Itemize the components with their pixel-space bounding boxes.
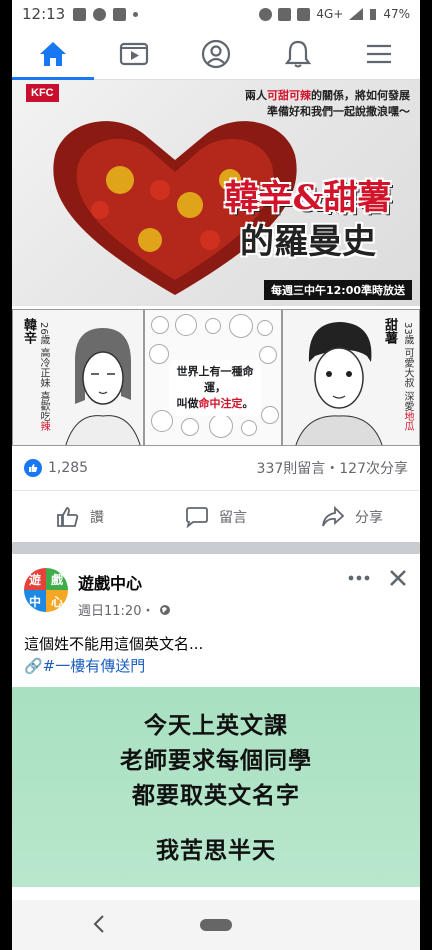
post-meta: 遊戲中心 週日11:20・ <box>78 568 348 619</box>
tab-menu[interactable] <box>338 28 420 79</box>
hamburger-menu-icon <box>367 44 392 63</box>
ad-tagline: 兩人可甜可辣的關係，將如何發展 準備好和我們一起說撒浪嘿～ <box>245 89 410 118</box>
like-count[interactable]: 1,285 <box>48 460 88 476</box>
messenger-icon <box>93 7 107 21</box>
left-character-name: 韓辛 <box>21 318 36 344</box>
post-text: 這個姓不能用這個英文名... <box>24 635 204 653</box>
man-illustration <box>295 322 383 445</box>
tab-watch[interactable] <box>94 28 176 79</box>
like-reaction-icon[interactable] <box>24 459 42 477</box>
mute-icon <box>297 7 311 21</box>
post-hashtag[interactable]: 🔗#一樓有傳送門 <box>24 655 408 677</box>
ad-schedule: 每週三中午12:00準時放送 <box>263 280 412 300</box>
right-character-desc: 33歲 可愛大叔 深愛地瓜 <box>402 322 413 432</box>
status-time: 12:13 <box>22 5 66 23</box>
video-icon <box>120 42 149 65</box>
share-button[interactable]: 分享 <box>284 505 420 528</box>
post-timestamp[interactable]: 週日11:20・ <box>78 600 348 619</box>
notification-icons <box>73 7 139 21</box>
status-bar: 12:13 4G+ 47% <box>12 0 420 28</box>
comic-panel-left: 韓辛 26歲 高冷正妹 喜歡吃辣 <box>12 309 144 446</box>
comment-button[interactable]: 留言 <box>148 506 284 528</box>
kfc-logo: KFC <box>26 84 59 102</box>
comic-strip[interactable]: 韓辛 26歲 高冷正妹 喜歡吃辣 世界上有一種命運， 叫做命中注定。 甜薯 33… <box>12 306 420 446</box>
post-controls <box>348 568 408 588</box>
profile-icon <box>201 39 231 68</box>
globe-icon <box>160 604 171 615</box>
share-icon <box>322 505 345 526</box>
dot-icon <box>133 11 139 17</box>
comic-panel-center: 世界上有一種命運， 叫做命中注定。 <box>144 309 282 446</box>
back-icon[interactable] <box>92 914 106 934</box>
more-options-icon[interactable] <box>348 574 370 582</box>
post-body: 這個姓不能用這個英文名... 🔗#一樓有傳送門 <box>12 619 420 677</box>
tab-home[interactable] <box>12 28 94 80</box>
feed-post: 遊 戲 中 心 遊戲中心 週日11:20・ 這個姓不能用這個英文名... 🔗#一… <box>12 554 420 887</box>
battery-percent: 47% <box>383 7 410 21</box>
page-avatar[interactable]: 遊 戲 中 心 <box>24 568 68 612</box>
tab-profile[interactable] <box>175 28 257 79</box>
post-image-text: 今天上英文課 老師要求每個同學 都要取英文名字 我苦思半天 <box>120 713 312 864</box>
comments-shares-count[interactable]: 337則留言・127次分享 <box>257 458 408 478</box>
post-header: 遊 戲 中 心 遊戲中心 週日11:20・ <box>12 554 420 619</box>
comic-panel-right: 甜薯 33歲 可愛大叔 深愛地瓜 <box>282 309 420 446</box>
ad-banner-image[interactable]: KFC 兩人可甜可辣的關係，將如何發展 準備好和我們一起說撒浪嘿～ 韓辛&甜薯 … <box>12 80 420 306</box>
page-name[interactable]: 遊戲中心 <box>78 570 348 594</box>
like-button[interactable]: 讚 <box>12 506 148 528</box>
ad-title: 韓辛&甜薯 的羅曼史 <box>208 176 408 264</box>
ad-title-line1: 韓辛&甜薯 <box>224 178 392 218</box>
home-pill-button[interactable] <box>200 919 232 931</box>
tab-notifications[interactable] <box>257 28 339 79</box>
right-character-name: 甜薯 <box>382 318 397 344</box>
comment-icon <box>186 506 208 528</box>
feed-divider <box>12 542 420 554</box>
left-character-desc: 26歲 高冷正妹 喜歡吃辣 <box>38 322 49 432</box>
home-icon <box>39 41 66 66</box>
post-actions: 讚 留言 分享 <box>12 490 420 542</box>
ad-title-line2: 的羅曼史 <box>240 222 376 262</box>
facebook-app-screen: 12:13 4G+ 47% KFC 兩人可甜可辣的關係，將如何發展 準備好和我們… <box>12 0 420 950</box>
battery-icon <box>370 8 377 20</box>
bell-icon <box>284 40 311 67</box>
thumbs-up-icon <box>57 506 79 527</box>
phone-icon <box>113 7 127 21</box>
android-icon <box>73 7 87 21</box>
cast-icon <box>278 7 292 21</box>
system-navigation-bar <box>12 900 420 950</box>
comic-caption: 世界上有一種命運， 叫做命中注定。 <box>169 360 261 416</box>
reaction-stats: 1,285 337則留言・127次分享 <box>12 446 420 490</box>
status-right: 4G+ 47% <box>259 7 410 21</box>
girl-illustration <box>65 328 141 445</box>
close-icon[interactable] <box>388 568 408 588</box>
post-image[interactable]: 今天上英文課 老師要求每個同學 都要取英文名字 我苦思半天 <box>12 687 420 887</box>
top-nav-bar <box>12 28 420 80</box>
signal-icon <box>349 8 364 20</box>
alarm-icon <box>259 7 273 21</box>
network-label: 4G+ <box>316 7 344 21</box>
